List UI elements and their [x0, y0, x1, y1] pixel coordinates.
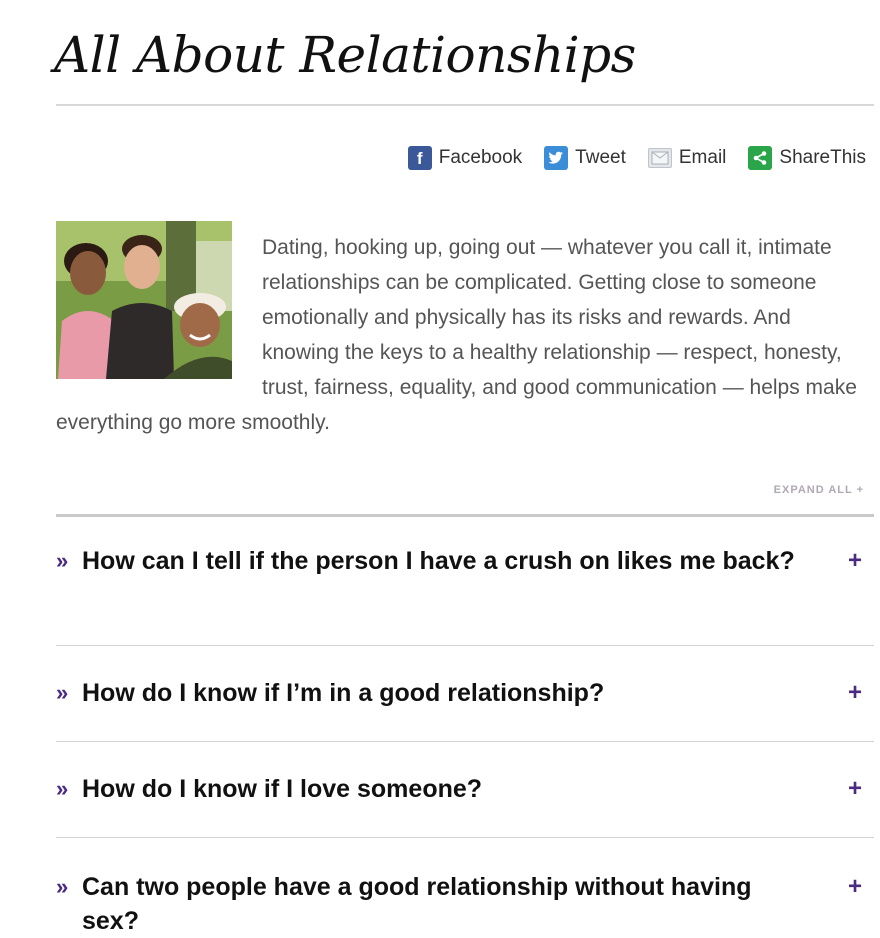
chevron-right-icon: »: [56, 548, 69, 573]
chevron-right-icon: »: [56, 874, 69, 899]
share-tweet-label: Tweet: [575, 147, 626, 168]
plus-icon[interactable]: +: [848, 772, 862, 806]
expand-all-link[interactable]: EXPAND ALL +: [774, 484, 864, 496]
page-title: All About Relationships: [54, 26, 636, 84]
share-bar: f Facebook Tweet Email ShareThis: [407, 146, 866, 170]
faq-question-text: How can I tell if the person I have a cr…: [82, 547, 795, 575]
chevron-right-icon: »: [56, 776, 69, 801]
sharethis-icon: [748, 146, 773, 170]
title-divider: [56, 104, 874, 106]
email-icon: [647, 148, 672, 168]
page: All About Relationships f Facebook Tweet…: [0, 0, 880, 938]
share-sharethis-label: ShareThis: [779, 147, 866, 168]
faq-divider: [56, 645, 874, 646]
share-facebook-label: Facebook: [438, 147, 523, 168]
share-email-button[interactable]: Email: [647, 147, 727, 169]
twitter-icon: [544, 146, 569, 170]
share-facebook-button[interactable]: f Facebook: [407, 146, 523, 170]
faq-question-text: How do I know if I love someone?: [82, 775, 483, 803]
plus-icon[interactable]: +: [848, 870, 862, 904]
share-email-label: Email: [678, 147, 727, 168]
facebook-icon: f: [407, 146, 432, 170]
chevron-right-icon: »: [56, 680, 69, 705]
plus-icon[interactable]: +: [848, 676, 862, 710]
plus-icon[interactable]: +: [848, 544, 862, 578]
intro-paragraph: Dating, hooking up, going out — whatever…: [56, 230, 872, 440]
faq-divider: [56, 741, 874, 742]
faq-divider: [56, 837, 874, 838]
expand-divider: [56, 514, 874, 517]
faq-question-text: How do I know if I’m in a good relations…: [82, 679, 605, 707]
faq-question-text: Can two people have a good relationship …: [82, 873, 752, 935]
share-tweet-button[interactable]: Tweet: [544, 146, 626, 170]
share-sharethis-button[interactable]: ShareThis: [748, 146, 866, 170]
